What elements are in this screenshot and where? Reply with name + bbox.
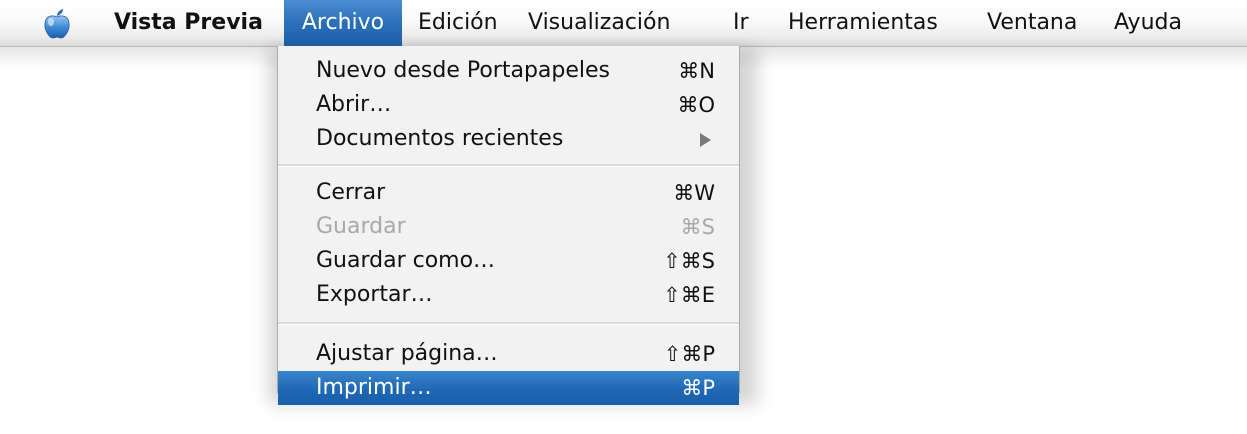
- menu-item-label: Nuevo desde Portapapeles: [316, 58, 611, 83]
- menu-edicion[interactable]: Edición: [418, 0, 498, 46]
- menu-item-exportar[interactable]: Exportar… ⇧⌘E: [278, 278, 739, 312]
- menu-item-shortcut: ⇧⌘S: [663, 249, 715, 273]
- menu-app-name[interactable]: Vista Previa: [108, 0, 269, 46]
- menu-item-label: Guardar: [316, 214, 406, 239]
- menu-item-label: Guardar como…: [316, 248, 496, 273]
- menu-bar: Vista Previa Archivo Edición Visualizaci…: [0, 0, 1247, 69]
- menu-item-label: Cerrar: [316, 180, 386, 205]
- screen: Vista Previa Archivo Edición Visualizaci…: [0, 0, 1247, 434]
- menu-item-ajustar-pagina[interactable]: Ajustar página… ⇧⌘P: [278, 337, 739, 371]
- menu-item-shortcut: ⌘O: [677, 93, 715, 117]
- menu-ir[interactable]: Ir: [733, 0, 749, 46]
- menu-item-imprimir[interactable]: Imprimir… ⌘P: [278, 371, 739, 405]
- menu-item-shortcut: ⇧⌘E: [663, 283, 715, 307]
- menu-separator: [278, 322, 739, 325]
- menu-item-nuevo-desde-portapapeles[interactable]: Nuevo desde Portapapeles ⌘N: [278, 54, 739, 88]
- menu-item-cerrar[interactable]: Cerrar ⌘W: [278, 176, 739, 210]
- menu-item-shortcut: ⌘P: [681, 376, 715, 400]
- menu-item-label: Imprimir…: [316, 375, 432, 400]
- menu-item-guardar-como[interactable]: Guardar como… ⇧⌘S: [278, 244, 739, 278]
- menu-herramientas[interactable]: Herramientas: [788, 0, 938, 46]
- menu-archivo[interactable]: Archivo: [284, 0, 402, 46]
- menu-visualizacion[interactable]: Visualización: [528, 0, 670, 46]
- menu-item-documentos-recientes[interactable]: Documentos recientes: [278, 122, 739, 156]
- menu-ventana[interactable]: Ventana: [987, 0, 1077, 46]
- apple-menu-icon[interactable]: [40, 7, 74, 41]
- menu-item-shortcut: ⇧⌘P: [663, 342, 715, 366]
- menu-item-label: Abrir…: [316, 92, 392, 117]
- archivo-dropdown-menu: Nuevo desde Portapapeles ⌘N Abrir… ⌘O Do…: [277, 46, 740, 405]
- menu-item-shortcut: ⌘W: [673, 181, 715, 205]
- submenu-arrow-icon: [700, 133, 711, 147]
- menu-ayuda[interactable]: Ayuda: [1114, 0, 1182, 46]
- menu-item-shortcut: ⌘N: [678, 59, 715, 83]
- menu-item-abrir[interactable]: Abrir… ⌘O: [278, 88, 739, 122]
- menu-item-guardar: Guardar ⌘S: [278, 210, 739, 244]
- menu-item-label: Documentos recientes: [316, 126, 564, 151]
- menu-separator: [278, 164, 739, 167]
- menu-item-label: Ajustar página…: [316, 341, 498, 366]
- menu-item-shortcut: ⌘S: [680, 215, 715, 239]
- menu-item-label: Exportar…: [316, 282, 433, 307]
